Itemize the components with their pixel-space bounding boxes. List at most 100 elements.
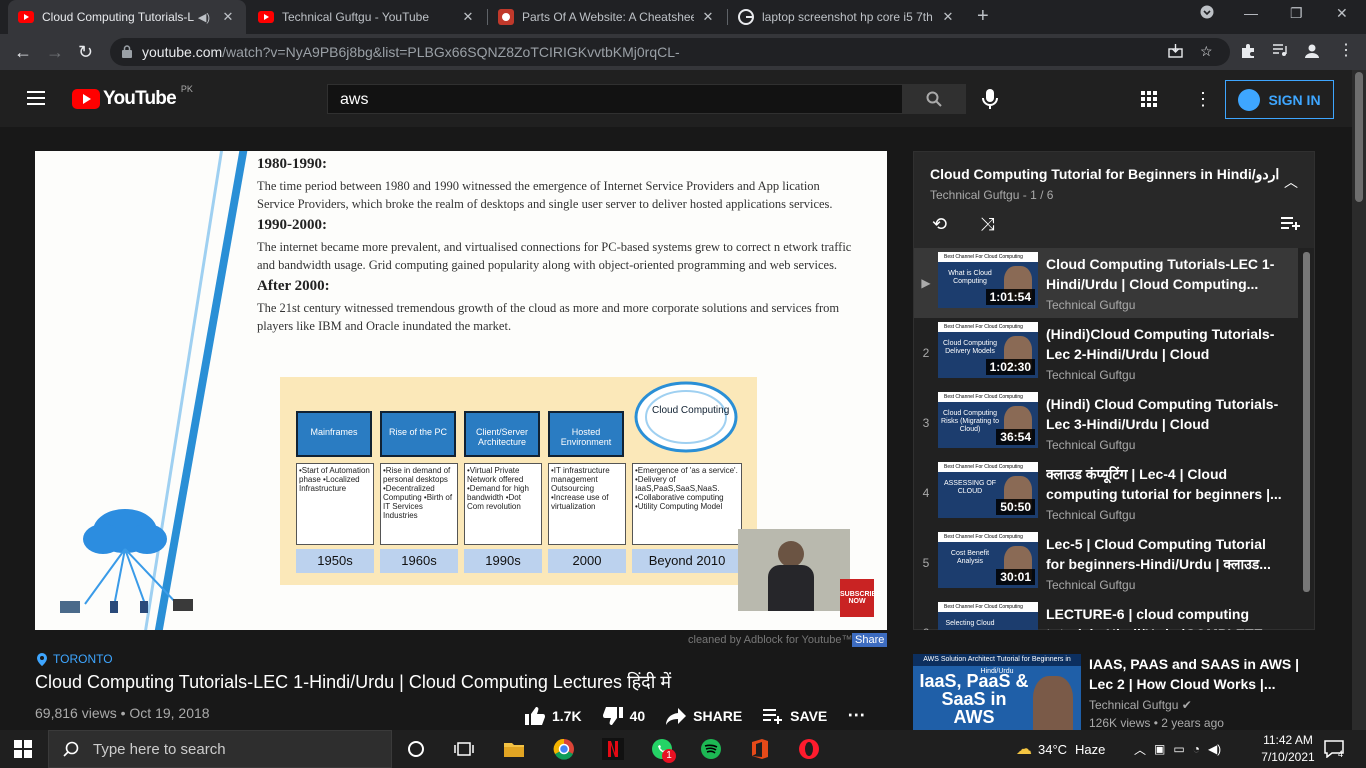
windows-start-icon[interactable] — [14, 740, 32, 758]
duration-badge: 1:01:54 — [985, 289, 1035, 305]
video-player[interactable]: 1980-1990: The time period between 1980 … — [35, 151, 887, 630]
sign-in-button[interactable]: SIGN IN — [1225, 80, 1334, 119]
playlist-scrollbar[interactable] — [1303, 252, 1310, 592]
apps-grid-icon[interactable] — [1141, 91, 1157, 107]
tab-parts-of-website[interactable]: Parts Of A Website: A Cheatsheet ✕ — [488, 0, 726, 34]
wifi-icon[interactable]: ◔ — [1193, 742, 1200, 756]
country-code: PK — [180, 84, 193, 94]
playlist-item[interactable]: 2 Best Channel For Cloud Computing Cloud … — [914, 318, 1298, 388]
weather-widget[interactable]: ☁ 34°C Haze — [1016, 730, 1105, 768]
adblock-share-button[interactable]: Share — [852, 633, 888, 647]
more-actions-icon[interactable]: ⋯ — [847, 705, 865, 726]
loop-icon[interactable]: ⟲ — [932, 214, 947, 234]
site-favicon-icon — [498, 9, 514, 25]
recommended-channel-name[interactable]: Technical Guftgu — [1089, 698, 1178, 712]
back-arrow-icon[interactable]: ← — [14, 42, 32, 63]
whatsapp-icon[interactable]: 1 — [650, 737, 676, 763]
cortana-icon[interactable] — [404, 737, 428, 761]
forward-arrow-icon[interactable]: → — [46, 42, 64, 63]
task-view-icon[interactable] — [452, 737, 476, 761]
office-icon[interactable] — [748, 737, 772, 761]
system-clock[interactable]: 11:42 AM 7/10/2021 — [1256, 732, 1320, 766]
media-queue-icon[interactable] — [1272, 43, 1288, 60]
save-button[interactable]: SAVE — [762, 708, 827, 724]
video-thumbnail[interactable]: Best Channel For Cloud Computing Cloud Co… — [938, 392, 1038, 448]
playlist-title[interactable]: Cloud Computing Tutorial for Beginners i… — [930, 166, 1279, 183]
minimize-icon[interactable]: — — [1244, 5, 1258, 21]
search-input[interactable]: aws — [327, 84, 903, 114]
recommended-video[interactable]: AWS Solution Architect Tutorial for Begi… — [913, 654, 1353, 730]
speaker-icon[interactable]: ◀) — [198, 11, 210, 24]
video-thumbnail[interactable]: Best Channel For Cloud Computing What is … — [938, 252, 1038, 308]
bookmark-star-icon[interactable]: ☆ — [1200, 43, 1213, 60]
subscribe-now-badge[interactable]: SUBSCRIBE NOW — [840, 579, 881, 617]
chrome-menu-icon[interactable]: ⋮ — [1338, 40, 1354, 60]
window-close-icon[interactable]: ✕ — [1336, 5, 1348, 22]
volume-icon[interactable]: ◀) — [1208, 742, 1221, 756]
hamburger-menu-icon[interactable] — [27, 91, 45, 105]
chevron-up-icon[interactable]: ︿ — [1134, 741, 1146, 758]
close-tab-icon[interactable]: ✕ — [940, 9, 956, 25]
playlist-item[interactable]: 5 Best Channel For Cloud Computing Cost B… — [914, 528, 1298, 598]
microphone-icon[interactable] — [982, 88, 998, 115]
address-bar[interactable]: youtube.com/watch?v=NyA9PB6j8bg&list=PLB… — [110, 38, 1230, 66]
temperature: 34°C — [1038, 741, 1068, 757]
install-app-icon[interactable] — [1168, 43, 1183, 61]
playlist-item-title: LECTURE-6 | cloud computing tutorials-Hi… — [1046, 606, 1263, 630]
like-button[interactable]: 1.7K — [524, 706, 582, 726]
video-location[interactable]: TORONTO — [37, 652, 113, 666]
view-count: 69,816 views — [35, 705, 117, 721]
meet-now-icon[interactable]: ▣ — [1154, 742, 1165, 756]
thumb-text: Cloud Computing Risks (Migrating to Clou… — [941, 410, 999, 433]
close-tab-icon[interactable]: ✕ — [460, 9, 476, 25]
spotify-icon[interactable] — [699, 737, 723, 761]
dislike-button[interactable]: 40 — [602, 706, 645, 726]
close-tab-icon[interactable]: ✕ — [220, 9, 236, 25]
playlist-channel[interactable]: Technical Guftgu — [930, 188, 1019, 202]
thumb-face — [1033, 676, 1073, 730]
extensions-puzzle-icon[interactable] — [1240, 43, 1256, 62]
thumb-header: Best Channel For Cloud Computing — [938, 392, 1038, 402]
youtube-logo[interactable]: YouTube PK — [72, 84, 193, 110]
share-button[interactable]: SHARE — [665, 707, 742, 725]
tab-technical-guftgu[interactable]: Technical Guftgu - YouTube ✕ — [248, 0, 486, 34]
video-thumbnail[interactable]: Best Channel For Cloud Computing Selectin… — [938, 602, 1038, 630]
tab-search-icon[interactable] — [1200, 5, 1214, 22]
google-favicon-icon — [738, 9, 754, 25]
opera-icon[interactable] — [797, 737, 821, 761]
url-path: /watch?v=NyA9PB6j8bg&list=PLBGx66SQNZ8Zo… — [222, 44, 680, 60]
playlist-item[interactable]: 6 Best Channel For Cloud Computing Select… — [914, 598, 1298, 630]
file-explorer-icon[interactable] — [502, 737, 526, 761]
video-thumbnail[interactable]: Best Channel For Cloud Computing Cost Ben… — [938, 532, 1038, 588]
scrollbar-thumb[interactable] — [1355, 72, 1363, 202]
search-button[interactable] — [902, 84, 966, 114]
tab-cloud-computing[interactable]: Cloud Computing Tutorials-L ◀) ✕ — [8, 0, 246, 34]
collapse-chevron-icon[interactable]: ︿ — [1284, 172, 1298, 192]
restore-icon[interactable]: ❐ — [1290, 5, 1303, 22]
playlist-item[interactable]: ▶ Best Channel For Cloud Computing What i… — [914, 248, 1298, 318]
location-pin-icon — [37, 652, 47, 666]
netflix-icon[interactable] — [601, 737, 625, 761]
playlist-item-channel: Technical Guftgu — [1046, 368, 1136, 382]
tab-google-search[interactable]: laptop screenshot hp core i5 7th ✕ — [728, 0, 966, 34]
taskbar-search[interactable]: Type here to search — [48, 730, 392, 768]
close-tab-icon[interactable]: ✕ — [700, 9, 716, 25]
recommended-thumbnail[interactable]: AWS Solution Architect Tutorial for Begi… — [913, 654, 1081, 730]
video-thumbnail[interactable]: Best Channel For Cloud Computing Cloud Co… — [938, 322, 1038, 378]
page-scrollbar[interactable] — [1352, 70, 1366, 730]
playlist-item[interactable]: 4 Best Channel For Cloud Computing ASSESS… — [914, 458, 1298, 528]
battery-icon[interactable]: ▭ — [1173, 742, 1184, 756]
playlist-item[interactable]: 3 Best Channel For Cloud Computing Cloud … — [914, 388, 1298, 458]
shuffle-icon[interactable]: ⤨ — [980, 214, 994, 234]
profile-avatar-icon[interactable] — [1304, 43, 1320, 62]
reload-icon[interactable]: ↻ — [78, 42, 93, 63]
settings-more-icon[interactable]: ⋮ — [1194, 90, 1212, 108]
playlist-header: Cloud Computing Tutorial for Beginners i… — [914, 152, 1314, 248]
notifications-icon[interactable]: 4 — [1324, 730, 1344, 768]
playlist-controls: ⟲ ⤨ — [932, 214, 995, 235]
video-thumbnail[interactable]: Best Channel For Cloud Computing ASSESSIN… — [938, 462, 1038, 518]
save-playlist-icon[interactable] — [1280, 216, 1300, 235]
chrome-icon[interactable] — [552, 737, 576, 761]
search-icon — [926, 91, 942, 107]
new-tab-plus-icon[interactable]: + — [977, 5, 989, 28]
